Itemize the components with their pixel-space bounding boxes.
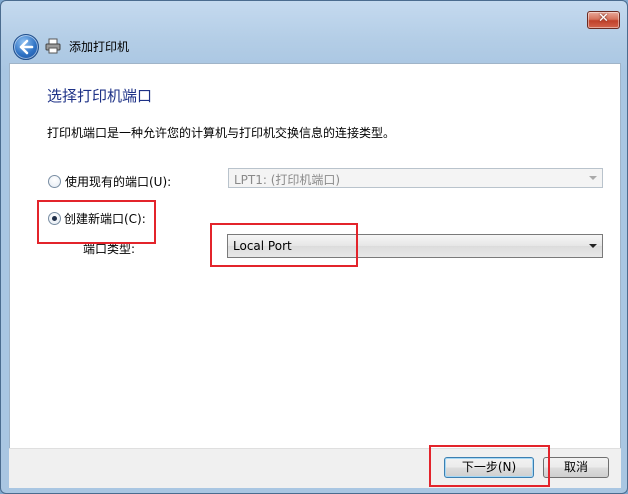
annotation-box-port-type: [210, 223, 358, 267]
close-button[interactable]: ✕: [587, 11, 620, 29]
annotation-box-create-port: [37, 200, 156, 244]
page-description: 打印机端口是一种允许您的计算机与打印机交换信息的连接类型。: [47, 126, 396, 140]
printer-icon: [45, 38, 61, 54]
existing-port-value: LPT1: (打印机端口): [234, 173, 341, 187]
add-printer-dialog: ✕ 添加打印机 选择打印机端口 打印机端口是一种允许您的计算机与打印机交换信息的…: [0, 0, 628, 494]
page-title: 选择打印机端口: [47, 87, 153, 105]
use-existing-port-label[interactable]: 使用现有的端口(U):: [65, 173, 171, 190]
back-arrow-icon: [19, 39, 34, 55]
chevron-down-icon: [589, 244, 597, 248]
chevron-down-icon: [589, 176, 597, 180]
cancel-button[interactable]: 取消: [543, 457, 609, 478]
back-button[interactable]: [13, 34, 39, 60]
close-icon: ✕: [598, 11, 609, 26]
existing-port-select: LPT1: (打印机端口): [228, 168, 603, 188]
use-existing-port-radio[interactable]: [48, 175, 61, 188]
window-title: 添加打印机: [69, 40, 130, 54]
annotation-box-next: [429, 445, 550, 487]
